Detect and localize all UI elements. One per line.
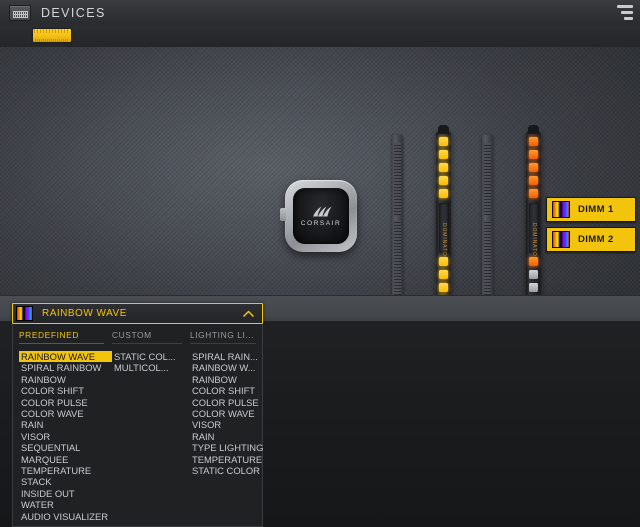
effect-option[interactable]: INSIDE OUT: [19, 488, 112, 499]
column-header-predefined[interactable]: PREDEFINED: [19, 330, 104, 344]
dimm-button-list: DIMM 1 DIMM 2: [546, 197, 636, 257]
dimm-slot-empty-1: [392, 135, 403, 295]
effect-option[interactable]: RAINBOW: [190, 374, 264, 385]
effect-option[interactable]: COLOR SHIFT: [190, 385, 264, 396]
effect-option[interactable]: TEMPERATURE: [190, 454, 264, 465]
corsair-icue-window: DEVICES CORSAIR DOMINATOR DOMINATOR DIMM…: [0, 0, 640, 527]
effect-option[interactable]: RAIN: [19, 419, 112, 430]
effect-option[interactable]: MULTICOL...: [112, 362, 190, 373]
effect-option[interactable]: TEMPERATURE: [19, 465, 112, 476]
effect-option[interactable]: AUDIO VISUALIZER: [19, 511, 112, 522]
effect-option[interactable]: RAINBOW WAVE: [19, 351, 112, 363]
effect-option[interactable]: MARQUEE: [19, 454, 112, 465]
dimm-button-label-1: DIMM 1: [578, 204, 614, 215]
effect-selector: RAINBOW WAVE PREDEFINED RAINBOW WAVE SPI…: [12, 303, 263, 527]
corsair-sails-icon: [313, 206, 332, 217]
effect-option[interactable]: COLOR SHIFT: [19, 385, 112, 396]
dimm-module-icon: [9, 4, 31, 21]
effect-option[interactable]: SPIRAL RAINBOW: [19, 362, 112, 373]
device-stage: CORSAIR DOMINATOR DOMINATOR DIMM 1 DIMM …: [0, 47, 640, 295]
effect-option[interactable]: COLOR WAVE: [19, 408, 112, 419]
page-title: DEVICES: [41, 5, 106, 20]
dimm-button-2[interactable]: DIMM 2: [546, 227, 636, 252]
effect-option[interactable]: RAIN: [190, 431, 264, 442]
effect-option[interactable]: SPIRAL RAIN...: [190, 351, 264, 362]
title-bar: DEVICES: [0, 0, 640, 26]
effect-column-predefined: PREDEFINED RAINBOW WAVE SPIRAL RAINBOW R…: [13, 330, 112, 522]
dimm-slot-empty-2: [482, 135, 493, 295]
effect-option[interactable]: STATIC COL...: [112, 351, 190, 362]
rainbow-gradient-swatch: [16, 306, 33, 321]
filter-sort-icon[interactable]: [613, 5, 633, 20]
effect-dropdown-button[interactable]: RAINBOW WAVE: [12, 303, 263, 324]
memory-module-2[interactable]: DOMINATOR: [526, 125, 541, 295]
column-header-custom[interactable]: CUSTOM: [112, 330, 182, 344]
chevron-up-icon[interactable]: [242, 309, 255, 318]
effect-option[interactable]: RAINBOW W...: [190, 362, 264, 373]
dimm-button-label-2: DIMM 2: [578, 234, 614, 245]
module-brand-text-2: DOMINATOR: [530, 223, 537, 262]
cooler-brand-text: CORSAIR: [300, 220, 342, 227]
cpu-cooler[interactable]: CORSAIR: [280, 180, 357, 252]
effect-option[interactable]: COLOR WAVE: [190, 408, 264, 419]
effect-option[interactable]: COLOR PULSE: [19, 397, 112, 408]
memory-module-1[interactable]: DOMINATOR: [436, 125, 451, 295]
effect-option[interactable]: VISOR: [190, 419, 264, 430]
dimm-button-1[interactable]: DIMM 1: [546, 197, 636, 222]
effect-option[interactable]: COLOR PULSE: [190, 397, 264, 408]
effect-option[interactable]: TYPE LIGHTING: [190, 442, 264, 453]
cooler-display: CORSAIR: [293, 188, 349, 244]
effect-column-custom: CUSTOM STATIC COL... MULTICOL...: [112, 330, 190, 522]
rainbow-gradient-swatch: [552, 201, 570, 218]
rainbow-gradient-swatch: [552, 231, 570, 248]
effect-option[interactable]: RAINBOW: [19, 374, 112, 385]
effect-column-lighting-link: LIGHTING LI... SPIRAL RAIN... RAINBOW W.…: [190, 330, 264, 522]
effect-option[interactable]: STACK: [19, 476, 112, 487]
module-brand-text-1: DOMINATOR: [440, 223, 447, 262]
effect-option[interactable]: VISOR: [19, 431, 112, 442]
effect-option[interactable]: SEQUENTIAL: [19, 442, 112, 453]
effect-option[interactable]: WATER: [19, 499, 112, 510]
column-header-lighting-link[interactable]: LIGHTING LI...: [190, 330, 256, 344]
device-strip: [0, 25, 640, 48]
memory-module-thumbnail[interactable]: [33, 29, 71, 42]
effect-selected-label: RAINBOW WAVE: [42, 308, 127, 319]
effect-option[interactable]: STATIC COLOR: [190, 465, 264, 476]
effect-dropdown-list: PREDEFINED RAINBOW WAVE SPIRAL RAINBOW R…: [12, 324, 263, 527]
